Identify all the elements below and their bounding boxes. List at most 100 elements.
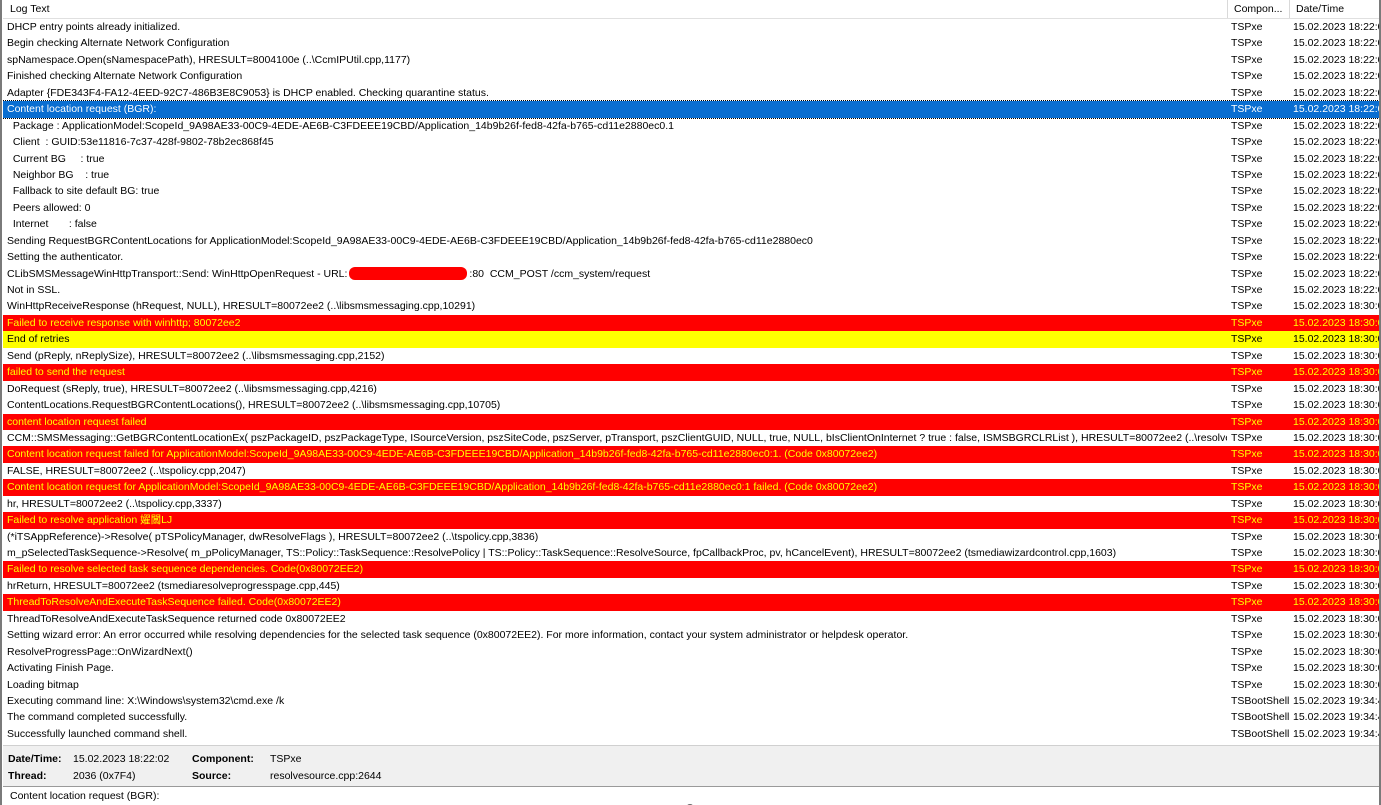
log-entry-row[interactable]: Peers allowed: 0 TSPxe 15.02.2023 18:22:02 bbox=[3, 200, 1379, 216]
log-entry-text: Adapter {FDE343F4-FA12-4EED-92C7-486B3E8… bbox=[7, 86, 489, 99]
log-entry-list[interactable]: DHCP entry points already initialized. TS… bbox=[3, 19, 1379, 744]
log-entry-row[interactable]: Begin checking Alternate Network Configu… bbox=[3, 35, 1379, 51]
log-entry-component: TSPxe bbox=[1231, 53, 1263, 66]
log-entry-datetime: 15.02.2023 18:30:04 bbox=[1293, 349, 1379, 362]
log-entry-row[interactable]: WinHttpReceiveResponse (hRequest, NULL),… bbox=[3, 298, 1379, 314]
log-entry-row[interactable]: hr, HRESULT=80072ee2 (..\tspolicy.cpp,33… bbox=[3, 496, 1379, 512]
log-entry-datetime: 15.02.2023 18:22:02 bbox=[1293, 103, 1379, 116]
log-entry-datetime: 15.02.2023 18:30:04 bbox=[1293, 300, 1379, 313]
log-entry-row[interactable]: spNamespace.Open(sNamespacePath), HRESUL… bbox=[3, 52, 1379, 68]
log-entry-row[interactable]: Loading bitmap TSPxe 15.02.2023 18:30:04 bbox=[3, 677, 1379, 693]
log-entry-datetime: 15.02.2023 18:22:02 bbox=[1293, 21, 1379, 33]
log-entry-row[interactable]: Failed to resolve application 嬥闒LJ TSPxe 1… bbox=[3, 512, 1379, 529]
log-entry-row[interactable]: ResolveProgressPage::OnWizardNext() TSPxe… bbox=[3, 644, 1379, 660]
log-entry-datetime: 15.02.2023 18:22:02 bbox=[1293, 267, 1379, 280]
log-entry-row[interactable]: Fallback to site default BG: true TSPxe 15… bbox=[3, 183, 1379, 199]
log-entry-datetime: 15.02.2023 18:30:04 bbox=[1293, 563, 1379, 576]
log-entry-component: TSPxe bbox=[1231, 251, 1263, 264]
log-entry-row[interactable]: failed to send the request TSPxe 15.02.202… bbox=[3, 364, 1379, 381]
log-entry-row[interactable]: content location request failed TSPxe 15.0… bbox=[3, 413, 1379, 430]
log-entry-row[interactable]: Content location request failed for Appl… bbox=[3, 446, 1379, 463]
log-entry-row[interactable]: Failed to resolve selected task sequence… bbox=[3, 561, 1379, 578]
log-entry-datetime: 15.02.2023 18:22:02 bbox=[1293, 53, 1379, 66]
log-entry-row[interactable]: CLibSMSMessageWinHttpTransport::Send: Wi… bbox=[3, 266, 1379, 282]
log-entry-text: Begin checking Alternate Network Configu… bbox=[7, 37, 230, 50]
details-component-label: Component: bbox=[192, 753, 254, 765]
log-entry-text: The command completed successfully. bbox=[7, 711, 188, 724]
log-entry-row[interactable]: DHCP entry points already initialized. TS… bbox=[3, 19, 1379, 35]
log-entry-row[interactable]: Successfully launched command shell. TSBo… bbox=[3, 726, 1379, 742]
log-entry-row[interactable]: FALSE, HRESULT=80072ee2 (..\tspolicy.cpp… bbox=[3, 463, 1379, 479]
log-entry-row[interactable]: (*iTSAppReference)->Resolve( pTSPolicyMa… bbox=[3, 529, 1379, 545]
log-entry-row[interactable]: ThreadToResolveAndExecuteTaskSequence fa… bbox=[3, 594, 1379, 611]
log-entry-text: Failed to receive response with winhttp;… bbox=[7, 316, 241, 329]
column-header-component[interactable]: Compon... bbox=[1234, 0, 1282, 18]
log-entry-row[interactable]: Client : GUID:53e11816-7c37-428f-9802-78… bbox=[3, 134, 1379, 150]
log-entry-datetime: 15.02.2023 18:22:02 bbox=[1293, 168, 1379, 181]
log-entry-component: TSPxe bbox=[1231, 448, 1263, 461]
log-entry-datetime: 15.02.2023 18:22:02 bbox=[1293, 201, 1379, 214]
log-entry-row[interactable]: The command completed successfully. TSBoo… bbox=[3, 709, 1379, 725]
log-entry-datetime: 15.02.2023 18:22:02 bbox=[1293, 136, 1379, 149]
log-entry-row[interactable]: Send (pReply, nReplySize), HRESULT=80072… bbox=[3, 348, 1379, 364]
log-entry-text: DHCP entry points already initialized. bbox=[7, 21, 181, 33]
log-entry-row[interactable]: Content location request (BGR): TSPxe 15.0… bbox=[3, 100, 1379, 119]
log-entry-text: ThreadToResolveAndExecuteTaskSequence re… bbox=[7, 612, 346, 625]
entry-details-pane: Date/Time: 15.02.2023 18:22:02 Component… bbox=[3, 745, 1379, 786]
log-entry-row[interactable]: Content location request for Application… bbox=[3, 479, 1379, 496]
log-entry-row[interactable]: End of retries TSPxe 15.02.2023 18:30:04 bbox=[3, 331, 1379, 348]
log-entry-component: TSPxe bbox=[1231, 86, 1263, 99]
details-component-value: TSPxe bbox=[270, 753, 302, 765]
log-entry-row[interactable]: Executing command line: X:\Windows\syste… bbox=[3, 693, 1379, 709]
log-entry-row[interactable]: ContentLocations.RequestBGRContentLocati… bbox=[3, 397, 1379, 413]
log-entry-row[interactable]: Failed to receive response with winhttp;… bbox=[3, 314, 1379, 332]
log-entry-row[interactable]: Current BG : true TSPxe 15.02.2023 18:22:0… bbox=[3, 151, 1379, 167]
log-entry-row[interactable]: Package : ApplicationModel:ScopeId_9A98A… bbox=[3, 118, 1379, 134]
log-entry-component: TSPxe bbox=[1231, 547, 1263, 559]
column-divider[interactable] bbox=[1227, 0, 1228, 18]
log-entry-row[interactable]: Sending RequestBGRContentLocations for A… bbox=[3, 233, 1379, 249]
redaction-mark bbox=[349, 267, 468, 281]
log-entry-component: TSPxe bbox=[1231, 70, 1263, 83]
log-entry-component: TSPxe bbox=[1231, 612, 1263, 625]
log-entry-text: Neighbor BG : true bbox=[7, 168, 110, 181]
log-entry-row[interactable]: Finished checking Alternate Network Conf… bbox=[3, 68, 1379, 84]
log-entry-row[interactable]: DoRequest (sReply, true), HRESULT=80072e… bbox=[3, 381, 1379, 397]
log-entry-datetime: 15.02.2023 18:30:04 bbox=[1293, 333, 1379, 346]
log-entry-row[interactable]: Neighbor BG : true TSPxe 15.02.2023 18:22:… bbox=[3, 167, 1379, 183]
column-header-datetime[interactable]: Date/Time bbox=[1296, 0, 1344, 18]
log-entry-datetime: 15.02.2023 18:30:04 bbox=[1293, 547, 1379, 559]
column-header-log-text[interactable]: Log Text bbox=[10, 0, 50, 18]
column-divider[interactable] bbox=[1289, 0, 1290, 18]
log-entry-component: TSPxe bbox=[1231, 201, 1263, 214]
log-entry-row[interactable]: Setting the authenticator. TSPxe 15.02.202… bbox=[3, 249, 1379, 265]
log-entry-row[interactable]: m_pSelectedTaskSequence->Resolve( m_pPol… bbox=[3, 545, 1379, 561]
log-entry-text: ThreadToResolveAndExecuteTaskSequence fa… bbox=[7, 596, 341, 609]
log-entry-datetime: 15.02.2023 18:22:02 bbox=[1293, 86, 1379, 99]
log-entry-component: TSPxe bbox=[1231, 234, 1263, 247]
log-entry-component: TSPxe bbox=[1231, 267, 1263, 280]
log-entry-text-part: CLibSMSMessageWinHttpTransport::Send: Wi… bbox=[7, 267, 348, 280]
log-entry-row[interactable]: Adapter {FDE343F4-FA12-4EED-92C7-486B3E8… bbox=[3, 85, 1379, 101]
log-entry-text: Sending RequestBGRContentLocations for A… bbox=[7, 234, 813, 247]
details-source-label: Source: bbox=[192, 770, 232, 782]
log-entry-component: TSPxe bbox=[1231, 596, 1263, 609]
log-entry-text: Failed to resolve selected task sequence… bbox=[7, 563, 364, 576]
log-entry-text: WinHttpReceiveResponse (hRequest, NULL),… bbox=[7, 300, 476, 313]
log-entry-row[interactable]: hrReturn, HRESULT=80072ee2 (tsmediaresol… bbox=[3, 578, 1379, 594]
log-entry-row[interactable]: Not in SSL. TSPxe 15.02.2023 18:22:02 bbox=[3, 282, 1379, 298]
log-entry-text: CLibSMSMessageWinHttpTransport::Send: Wi… bbox=[7, 266, 1227, 282]
log-entry-row[interactable]: ThreadToResolveAndExecuteTaskSequence re… bbox=[3, 611, 1379, 627]
log-entry-text: Client : GUID:53e11816-7c37-428f-9802-78… bbox=[7, 136, 274, 149]
log-entry-row[interactable]: CCM::SMSMessaging::GetBGRContentLocation… bbox=[3, 430, 1379, 446]
log-entry-datetime: 15.02.2023 18:30:04 bbox=[1293, 629, 1379, 642]
log-entry-component: TSPxe bbox=[1231, 645, 1263, 658]
log-entry-text: Internet : false bbox=[7, 218, 97, 231]
log-entry-row[interactable]: Internet : false TSPxe 15.02.2023 18:22:02 bbox=[3, 216, 1379, 232]
log-entry-component: TSPxe bbox=[1231, 284, 1263, 296]
log-entry-text: Setting wizard error: An error occurred … bbox=[7, 629, 909, 642]
log-entry-component: TSPxe bbox=[1231, 366, 1263, 379]
log-entry-row[interactable]: Activating Finish Page. TSPxe 15.02.2023 1… bbox=[3, 660, 1379, 676]
log-entry-datetime: 15.02.2023 19:34:40 bbox=[1293, 711, 1379, 724]
log-entry-row[interactable]: Setting wizard error: An error occurred … bbox=[3, 627, 1379, 643]
